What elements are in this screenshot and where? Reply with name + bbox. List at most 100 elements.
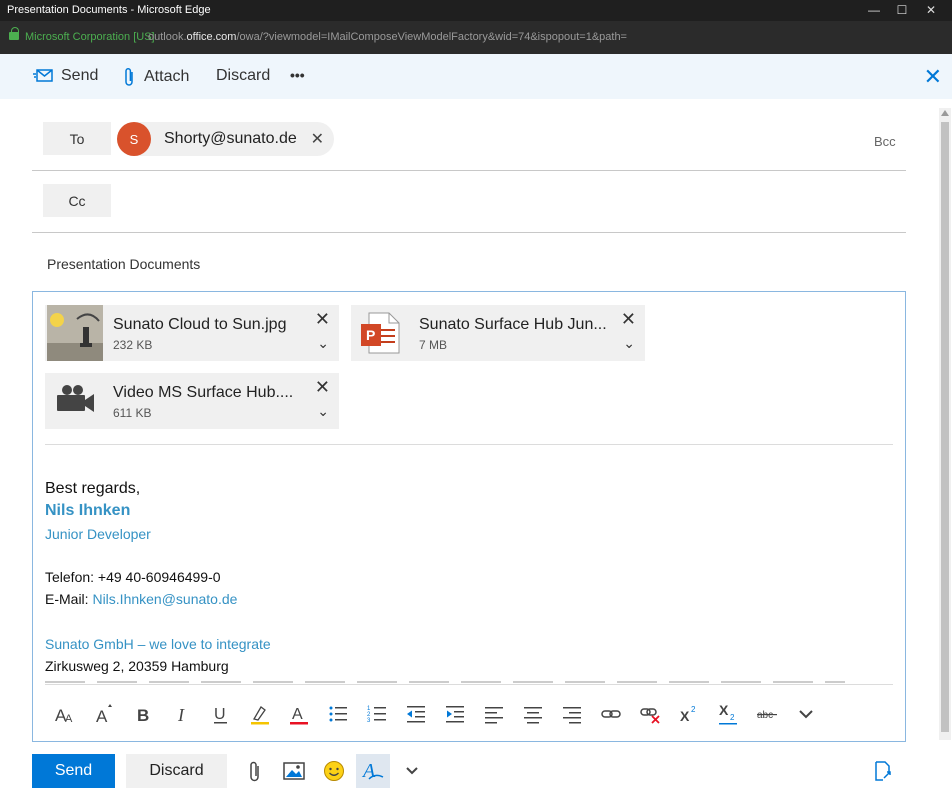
toolbar-attach-button[interactable]: Attach: [124, 67, 189, 87]
svg-text:3: 3: [367, 718, 371, 724]
formatting-toggle-icon[interactable]: A: [356, 754, 390, 788]
to-button[interactable]: To: [43, 122, 111, 155]
svg-text:I: I: [177, 705, 185, 725]
toolbar-send-label: Send: [61, 67, 99, 84]
svg-text:A: A: [292, 706, 303, 723]
toolbar-discard-label: Discard: [216, 67, 271, 84]
increase-indent-icon[interactable]: [435, 696, 474, 732]
signature-email-label: E-Mail:: [45, 591, 93, 607]
numbering-icon[interactable]: 123: [357, 696, 396, 732]
to-separator: [32, 170, 906, 171]
font-icon[interactable]: AA: [45, 696, 84, 732]
toolbar-attach-label: Attach: [144, 68, 190, 85]
chevron-down-icon[interactable]: [786, 696, 825, 732]
remove-attachment-icon[interactable]: ✕: [315, 309, 330, 330]
superscript-icon[interactable]: X2: [669, 696, 708, 732]
signature-company: Sunato GmbH – we love to integrate: [45, 636, 271, 652]
signature-phone: Telefon: +49 40-60946499-0: [45, 569, 221, 585]
font-color-icon[interactable]: A: [279, 696, 318, 732]
bold-icon[interactable]: B: [123, 696, 162, 732]
attachments-divider: [45, 444, 893, 445]
video-camera-icon: [47, 373, 103, 429]
image-thumbnail: [47, 305, 103, 361]
align-right-icon[interactable]: [552, 696, 591, 732]
scrollbar-thumb[interactable]: [941, 122, 949, 732]
remove-link-icon[interactable]: [630, 696, 669, 732]
attachment-item[interactable]: Sunato Cloud to Sun.jpg 232 KB ✕ ⌄: [45, 305, 339, 361]
signature-email-link[interactable]: Nils.Ihnken@sunato.de: [92, 591, 237, 607]
url-text[interactable]: outlook.office.com/owa/?viewmodel=IMailC…: [148, 31, 627, 43]
window-titlebar: Presentation Documents - Microsoft Edge …: [0, 0, 952, 21]
lock-icon: [9, 27, 19, 40]
pop-out-icon[interactable]: [866, 754, 900, 788]
site-identity[interactable]: Microsoft Corporation [US]: [25, 31, 155, 43]
font-size-icon[interactable]: A: [84, 696, 123, 732]
toolbar-send-button[interactable]: Send: [33, 67, 98, 85]
toolbar-discard-button[interactable]: Discard: [216, 67, 270, 85]
minimize-icon[interactable]: —: [864, 2, 884, 18]
signature-address: Zirkusweg 2, 20359 Hamburg: [45, 658, 229, 674]
recipient-chip[interactable]: S Shorty@sunato.de ✕: [117, 122, 334, 156]
chevron-down-icon[interactable]: ⌄: [623, 335, 635, 352]
bcc-link[interactable]: Bcc: [874, 134, 896, 149]
chevron-down-icon[interactable]: [395, 754, 429, 788]
svg-text:U: U: [214, 706, 226, 723]
insert-link-icon[interactable]: [591, 696, 630, 732]
remove-attachment-icon[interactable]: ✕: [315, 377, 330, 398]
paperclip-icon: [125, 68, 133, 86]
signature-email-line: E-Mail: Nils.Ihnken@sunato.de: [45, 591, 237, 607]
discard-button[interactable]: Discard: [126, 754, 227, 788]
attachment-size: 7 MB: [419, 338, 448, 352]
more-options-button[interactable]: •••: [290, 67, 305, 83]
attach-file-icon[interactable]: [238, 754, 272, 788]
svg-text:X: X: [680, 708, 690, 724]
decrease-indent-icon[interactable]: [396, 696, 435, 732]
svg-text:P: P: [366, 327, 375, 343]
svg-text:A: A: [361, 760, 376, 782]
emoji-icon[interactable]: [317, 754, 351, 788]
send-button[interactable]: Send: [32, 754, 115, 788]
cc-separator: [32, 232, 906, 233]
svg-text:X: X: [719, 703, 729, 718]
svg-text:2: 2: [691, 705, 696, 714]
attachment-name: Video MS Surface Hub....: [113, 384, 294, 401]
svg-text:A: A: [96, 707, 108, 725]
formatting-toolbar: AA A B I U A 123 X2 X2 abc: [45, 696, 825, 732]
scroll-up-icon[interactable]: [941, 110, 949, 116]
avatar: S: [117, 122, 151, 156]
cc-button[interactable]: Cc: [43, 184, 111, 217]
powerpoint-icon: P: [353, 305, 409, 361]
maximize-icon[interactable]: ☐: [892, 2, 912, 18]
svg-text:abc: abc: [757, 710, 773, 721]
align-left-icon[interactable]: [474, 696, 513, 732]
signature-role: Junior Developer: [45, 526, 151, 542]
subject-field[interactable]: Presentation Documents: [47, 256, 200, 272]
align-center-icon[interactable]: [513, 696, 552, 732]
close-window-icon[interactable]: ✕: [921, 2, 941, 18]
address-bar[interactable]: Microsoft Corporation [US] outlook.offic…: [0, 21, 952, 54]
send-mail-icon: [33, 69, 53, 82]
attachment-item[interactable]: P Sunato Surface Hub Jun... 7 MB ✕ ⌄: [351, 305, 645, 361]
message-editor[interactable]: Sunato Cloud to Sun.jpg 232 KB ✕ ⌄ P Sun…: [32, 291, 906, 742]
subscript-icon[interactable]: X2: [708, 696, 747, 732]
recipient-email: Shorty@sunato.de: [164, 130, 297, 147]
chevron-down-icon[interactable]: ⌄: [317, 403, 329, 420]
attachment-item[interactable]: Video MS Surface Hub.... 611 KB ✕ ⌄: [45, 373, 339, 429]
remove-recipient-icon[interactable]: ✕: [311, 129, 324, 149]
attachment-size: 232 KB: [113, 338, 153, 352]
strikethrough-icon[interactable]: abc: [747, 696, 786, 732]
attachment-size: 611 KB: [113, 406, 152, 420]
chevron-down-icon[interactable]: ⌄: [317, 335, 329, 352]
svg-text:B: B: [137, 706, 149, 725]
insert-picture-icon[interactable]: [277, 754, 311, 788]
underline-icon[interactable]: U: [201, 696, 240, 732]
svg-text:2: 2: [730, 713, 735, 722]
window-title: Presentation Documents - Microsoft Edge: [7, 4, 211, 16]
close-compose-icon[interactable]: ✕: [924, 64, 942, 90]
compose-toolbar: Send Attach Discard ••• ✕: [0, 54, 952, 99]
bullets-icon[interactable]: [318, 696, 357, 732]
highlight-icon[interactable]: [240, 696, 279, 732]
italic-icon[interactable]: I: [162, 696, 201, 732]
scrollbar[interactable]: [939, 108, 951, 740]
remove-attachment-icon[interactable]: ✕: [621, 309, 636, 330]
